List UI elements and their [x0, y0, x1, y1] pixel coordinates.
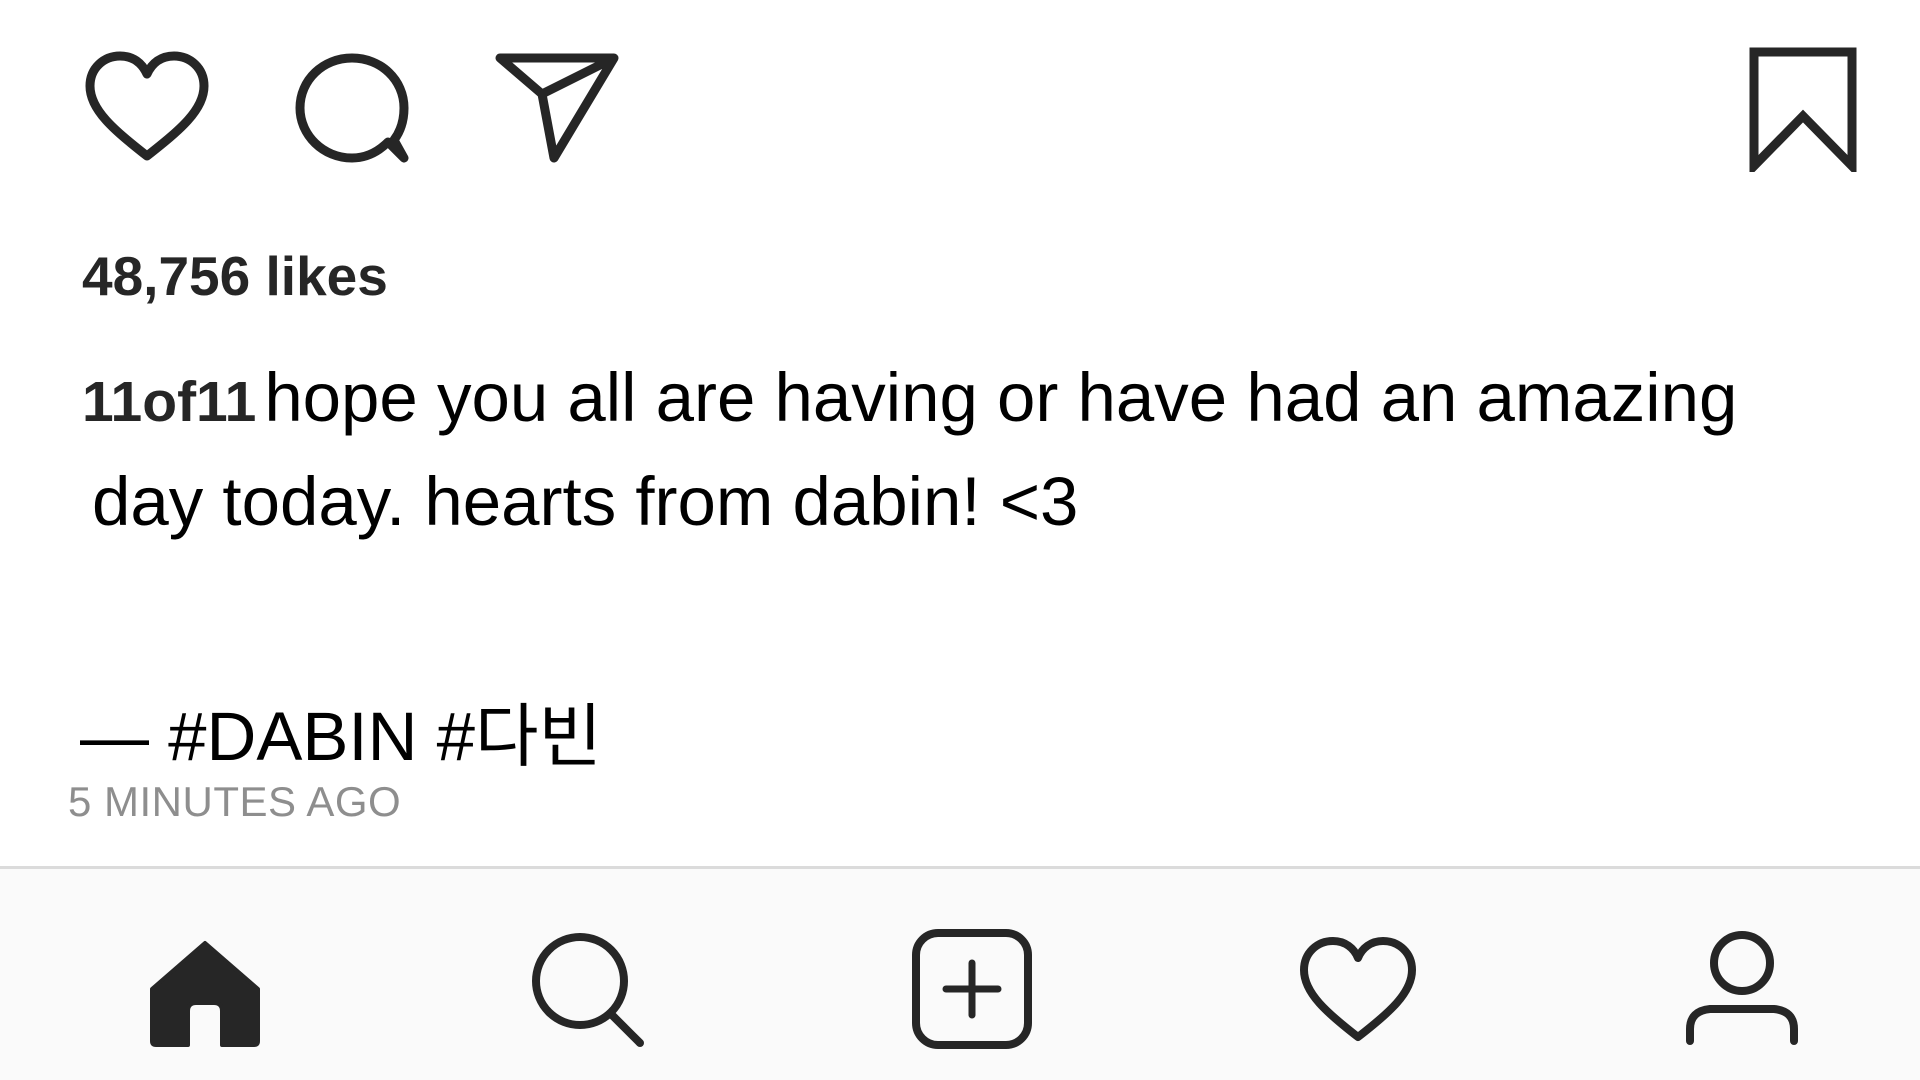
heart-icon [1300, 937, 1416, 1041]
caption-hashtags[interactable]: — #DABIN #다빈 [80, 680, 602, 780]
comment-button[interactable] [292, 50, 414, 166]
nav-profile-button[interactable] [1684, 929, 1800, 1047]
paper-plane-icon [495, 53, 619, 163]
nav-new-post-button[interactable] [910, 927, 1034, 1051]
heart-icon [85, 51, 209, 161]
caption-username[interactable]: 11of11 [82, 370, 256, 434]
profile-icon [1686, 931, 1798, 1045]
search-icon [532, 933, 644, 1047]
comment-bubble-icon [295, 53, 409, 163]
add-post-icon [912, 929, 1032, 1049]
nav-activity-button[interactable] [1298, 935, 1418, 1047]
instagram-post-screen: 48,756 likes 11of11 hope you all are havi… [0, 0, 1920, 1080]
bookmark-button[interactable] [1746, 46, 1860, 172]
post-action-bar [0, 0, 1920, 190]
share-button[interactable] [494, 50, 620, 166]
likes-count[interactable]: 48,756 likes [82, 244, 388, 308]
post-caption: 11of11 hope you all are having or have ha… [82, 348, 1842, 552]
home-icon [150, 941, 260, 1047]
like-button[interactable] [84, 50, 210, 166]
bottom-navigation-bar [0, 866, 1920, 1080]
caption-text-line1: hope you all are having or have had an a… [264, 359, 1738, 436]
caption-text-line2: day today. hearts from dabin! <3 [92, 463, 1079, 540]
bookmark-icon [1749, 47, 1857, 172]
post-timestamp: 5 MINUTES AGO [68, 778, 402, 825]
nav-home-button[interactable] [146, 937, 264, 1049]
nav-search-button[interactable] [530, 929, 646, 1049]
